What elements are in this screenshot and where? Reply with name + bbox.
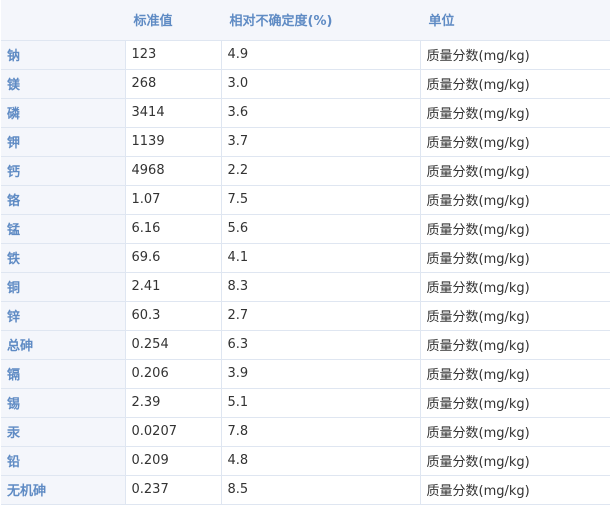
- table-row: 汞 0.0207 7.8 质量分数(mg/kg): [1, 416, 610, 447]
- uncertainty-cell: 4.9: [220, 39, 421, 70]
- table-row: 磷 3414 3.6 质量分数(mg/kg): [1, 97, 610, 128]
- table-row: 锌 60.3 2.7 质量分数(mg/kg): [1, 300, 610, 331]
- uncertainty-cell: 5.1: [220, 387, 421, 418]
- uncertainty-cell: 3.9: [220, 358, 421, 389]
- element-cell: 锌: [1, 300, 126, 331]
- unit-cell: 质量分数(mg/kg): [419, 213, 610, 244]
- unit-cell: 质量分数(mg/kg): [419, 445, 610, 476]
- table-row: 钾 1139 3.7 质量分数(mg/kg): [1, 126, 610, 157]
- standard-value-cell: 0.209: [124, 445, 222, 476]
- standard-value-cell: 1.07: [124, 184, 222, 215]
- header-element: [1, 0, 125, 41]
- table-row: 总砷 0.254 6.3 质量分数(mg/kg): [1, 329, 610, 360]
- standard-value-cell: 123: [124, 39, 222, 70]
- unit-cell: 质量分数(mg/kg): [419, 97, 610, 128]
- table-row: 铁 69.6 4.1 质量分数(mg/kg): [1, 242, 610, 273]
- unit-cell: 质量分数(mg/kg): [419, 300, 610, 331]
- standard-value-cell: 0.206: [124, 358, 222, 389]
- standard-value-cell: 0.254: [124, 329, 222, 360]
- standard-value-cell: 4968: [124, 155, 222, 186]
- unit-cell: 质量分数(mg/kg): [419, 39, 610, 70]
- uncertainty-cell: 3.7: [220, 126, 421, 157]
- table-row: 锰 6.16 5.6 质量分数(mg/kg): [1, 213, 610, 244]
- table-row: 钙 4968 2.2 质量分数(mg/kg): [1, 155, 610, 186]
- unit-cell: 质量分数(mg/kg): [419, 155, 610, 186]
- uncertainty-cell: 6.3: [220, 329, 421, 360]
- table-body: 钠 123 4.9 质量分数(mg/kg) 镁 268 3.0 质量分数(mg/kg) 磷 341…: [1, 39, 610, 505]
- unit-cell: 质量分数(mg/kg): [419, 242, 610, 273]
- element-cell: 无机砷: [1, 474, 126, 505]
- uncertainty-cell: 4.8: [220, 445, 421, 476]
- uncertainty-cell: 7.5: [220, 184, 421, 215]
- header-relative-uncertainty: 相对不确定度(%): [220, 0, 420, 41]
- element-cell: 铬: [1, 184, 126, 215]
- unit-cell: 质量分数(mg/kg): [419, 358, 610, 389]
- unit-cell: 质量分数(mg/kg): [419, 416, 610, 447]
- element-cell: 铜: [1, 271, 126, 302]
- table-row: 无机砷 0.237 8.5 质量分数(mg/kg): [1, 474, 610, 505]
- uncertainty-cell: 5.6: [220, 213, 421, 244]
- uncertainty-cell: 7.8: [220, 416, 421, 447]
- table-row: 钠 123 4.9 质量分数(mg/kg): [1, 39, 610, 70]
- element-cell: 铅: [1, 445, 126, 476]
- element-cell: 钙: [1, 155, 126, 186]
- unit-cell: 质量分数(mg/kg): [419, 68, 610, 99]
- element-cell: 钾: [1, 126, 126, 157]
- uncertainty-cell: 3.0: [220, 68, 421, 99]
- header-row: 标准值 相对不确定度(%) 单位: [1, 0, 610, 41]
- uncertainty-cell: 4.1: [220, 242, 421, 273]
- element-cell: 钠: [1, 39, 126, 70]
- table-row: 镉 0.206 3.9 质量分数(mg/kg): [1, 358, 610, 389]
- table-row: 铅 0.209 4.8 质量分数(mg/kg): [1, 445, 610, 476]
- uncertainty-cell: 3.6: [220, 97, 421, 128]
- element-cell: 汞: [1, 416, 126, 447]
- element-cell: 镉: [1, 358, 126, 389]
- uncertainty-cell: 2.2: [220, 155, 421, 186]
- header-standard-value: 标准值: [124, 0, 221, 41]
- unit-cell: 质量分数(mg/kg): [419, 329, 610, 360]
- header-unit: 单位: [419, 0, 610, 41]
- unit-cell: 质量分数(mg/kg): [419, 474, 610, 505]
- element-cell: 镁: [1, 68, 126, 99]
- table-header: 标准值 相对不确定度(%) 单位: [1, 0, 610, 41]
- standard-value-cell: 60.3: [124, 300, 222, 331]
- uncertainty-cell: 8.5: [220, 474, 421, 505]
- uncertainty-cell: 2.7: [220, 300, 421, 331]
- unit-cell: 质量分数(mg/kg): [419, 387, 610, 418]
- unit-cell: 质量分数(mg/kg): [419, 271, 610, 302]
- table-row: 锡 2.39 5.1 质量分数(mg/kg): [1, 387, 610, 418]
- standard-value-cell: 2.41: [124, 271, 222, 302]
- table-row: 铬 1.07 7.5 质量分数(mg/kg): [1, 184, 610, 215]
- standard-value-cell: 0.0207: [124, 416, 222, 447]
- standard-value-cell: 1139: [124, 126, 222, 157]
- standard-value-cell: 2.39: [124, 387, 222, 418]
- table-row: 镁 268 3.0 质量分数(mg/kg): [1, 68, 610, 99]
- element-cell: 磷: [1, 97, 126, 128]
- element-cell: 锰: [1, 213, 126, 244]
- element-cell: 总砷: [1, 329, 126, 360]
- uncertainty-cell: 8.3: [220, 271, 421, 302]
- unit-cell: 质量分数(mg/kg): [419, 184, 610, 215]
- unit-cell: 质量分数(mg/kg): [419, 126, 610, 157]
- standard-value-cell: 0.237: [124, 474, 222, 505]
- standard-value-cell: 268: [124, 68, 222, 99]
- table-row: 铜 2.41 8.3 质量分数(mg/kg): [1, 271, 610, 302]
- element-cell: 铁: [1, 242, 126, 273]
- standard-values-table: 标准值 相对不确定度(%) 单位 钠 123 4.9 质量分数(mg/kg) 镁 268 3…: [1, 0, 610, 505]
- standard-value-cell: 3414: [124, 97, 222, 128]
- standard-value-cell: 6.16: [124, 213, 222, 244]
- element-cell: 锡: [1, 387, 126, 418]
- standard-value-cell: 69.6: [124, 242, 222, 273]
